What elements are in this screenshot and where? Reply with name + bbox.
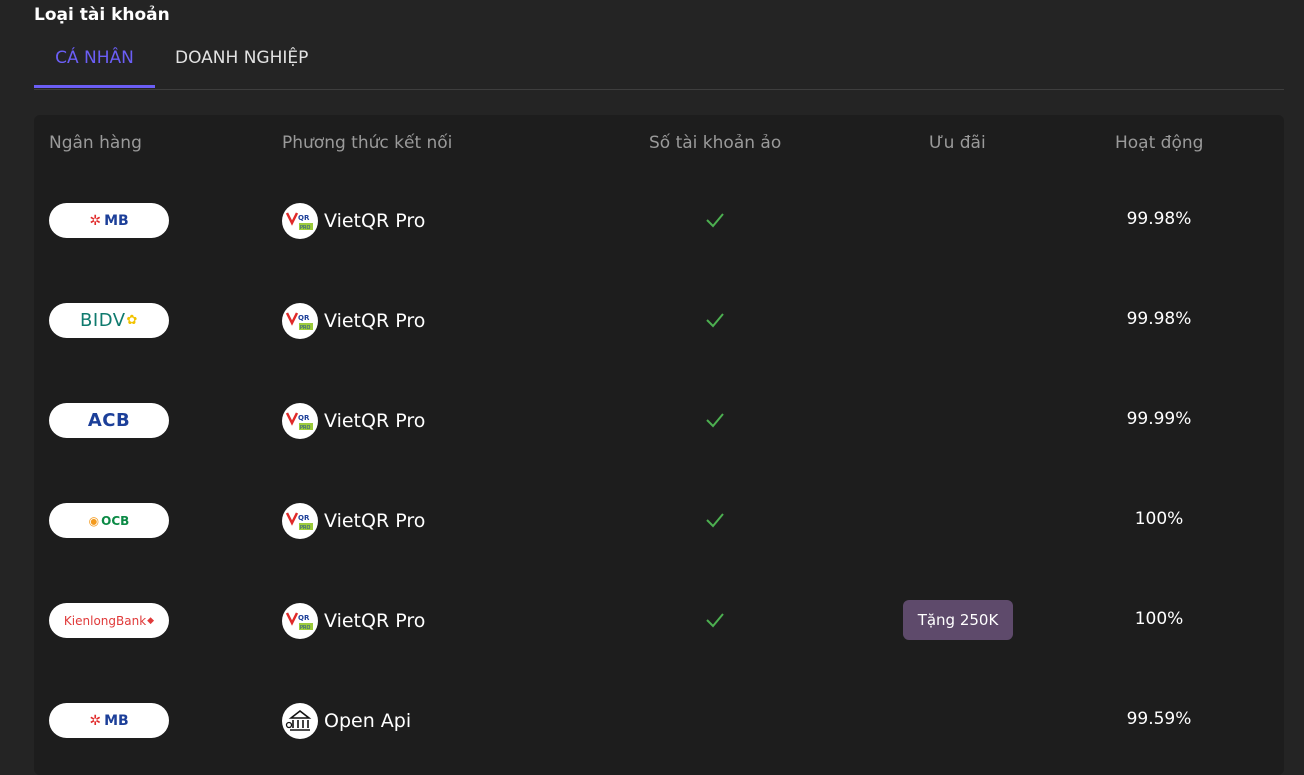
bidv-flower-icon: ✿	[126, 313, 138, 328]
table-row: ✲ MB Open Api 99.59%	[34, 691, 1284, 751]
svg-text:PRO: PRO	[300, 525, 310, 531]
connection-method: QR PRO VietQR Pro	[282, 301, 425, 341]
header-method: Phương thức kết nối	[282, 133, 453, 153]
uptime-value: 99.59%	[1126, 709, 1192, 729]
vietqr-pro-icon: QR PRO	[282, 203, 318, 239]
method-label: VietQR Pro	[324, 410, 426, 432]
method-label: VietQR Pro	[324, 210, 426, 232]
table-row: ACB QR PRO VietQR Pro 99.99%	[34, 391, 1284, 451]
klb-diamond-icon: ◆	[147, 615, 155, 626]
method-label: VietQR Pro	[324, 610, 426, 632]
tab-business[interactable]: DOANH NGHIỆP	[175, 48, 308, 88]
vietqr-pro-icon: QR PRO	[282, 303, 318, 339]
bank-logo-text: OCB	[101, 513, 130, 528]
uptime-value: 99.98%	[1126, 309, 1192, 329]
header-promo: Ưu đãi	[929, 133, 986, 153]
svg-text:PRO: PRO	[300, 325, 310, 331]
bank-logo-text: BIDV	[80, 310, 126, 331]
uptime-value: 100%	[1134, 509, 1184, 529]
uptime-value: 99.99%	[1126, 409, 1192, 429]
vietqr-pro-icon: QR PRO	[282, 603, 318, 639]
connection-method: Open Api	[282, 701, 411, 741]
connection-method: QR PRO VietQR Pro	[282, 501, 425, 541]
tab-personal[interactable]: CÁ NHÂN	[34, 48, 155, 88]
table-row: BIDV ✿ QR PRO VietQR Pro 99.98%	[34, 291, 1284, 351]
vietqr-pro-icon: QR PRO	[282, 403, 318, 439]
bank-logo-bidv[interactable]: BIDV ✿	[49, 303, 169, 338]
bank-logo-kienlongbank[interactable]: KienlongBank ◆	[49, 603, 169, 638]
svg-text:QR: QR	[298, 414, 310, 422]
bank-logo-mb[interactable]: ✲ MB	[49, 203, 169, 238]
check-icon	[706, 313, 724, 328]
promo-badge[interactable]: Tặng 250K	[903, 600, 1013, 640]
table-row: ◉ OCB QR PRO VietQR Pro 100%	[34, 491, 1284, 551]
bank-api-icon	[282, 703, 318, 739]
uptime-value: 100%	[1134, 609, 1184, 629]
svg-text:QR: QR	[298, 514, 310, 522]
svg-text:PRO: PRO	[300, 425, 310, 431]
connection-method: QR PRO VietQR Pro	[282, 201, 425, 241]
connection-method: QR PRO VietQR Pro	[282, 401, 425, 441]
mb-star-icon: ✲	[89, 212, 102, 229]
svg-text:QR: QR	[298, 314, 310, 322]
header-bank: Ngân hàng	[49, 133, 142, 153]
connection-method: QR PRO VietQR Pro	[282, 601, 425, 641]
table-row: KienlongBank ◆ QR PRO VietQR Pro Tặng 250K…	[34, 591, 1284, 651]
vietqr-pro-icon: QR PRO	[282, 503, 318, 539]
bank-logo-mb[interactable]: ✲ MB	[49, 703, 169, 738]
svg-text:PRO: PRO	[300, 225, 310, 231]
check-icon	[706, 213, 724, 228]
account-type-tabs: CÁ NHÂN DOANH NGHIỆP	[34, 40, 1284, 90]
header-uptime: Hoạt động	[1115, 133, 1204, 153]
check-icon	[706, 413, 724, 428]
ocb-ring-icon: ◉	[88, 513, 100, 528]
mb-star-icon: ✲	[89, 712, 102, 729]
table-row: ✲ MB QR PRO VietQR Pro 99.98%	[34, 191, 1284, 251]
bank-logo-text: MB	[104, 212, 129, 229]
svg-text:QR: QR	[298, 614, 310, 622]
bank-logo-ocb[interactable]: ◉ OCB	[49, 503, 169, 538]
method-label: VietQR Pro	[324, 310, 426, 332]
method-label: Open Api	[324, 710, 412, 732]
bank-logo-text: KienlongBank	[63, 613, 147, 628]
check-icon	[706, 613, 724, 628]
header-virtual-account: Số tài khoản ảo	[649, 133, 782, 153]
svg-text:PRO: PRO	[300, 625, 310, 631]
check-icon	[706, 513, 724, 528]
bank-logo-text: MB	[104, 712, 129, 729]
bank-table: Ngân hàng Phương thức kết nối Số tài kho…	[34, 115, 1284, 775]
section-title: Loại tài khoản	[34, 5, 170, 25]
uptime-value: 99.98%	[1126, 209, 1192, 229]
svg-text:QR: QR	[298, 214, 310, 222]
method-label: VietQR Pro	[324, 510, 426, 532]
bank-logo-text: ACB	[87, 410, 131, 431]
bank-logo-acb[interactable]: ACB	[49, 403, 169, 438]
